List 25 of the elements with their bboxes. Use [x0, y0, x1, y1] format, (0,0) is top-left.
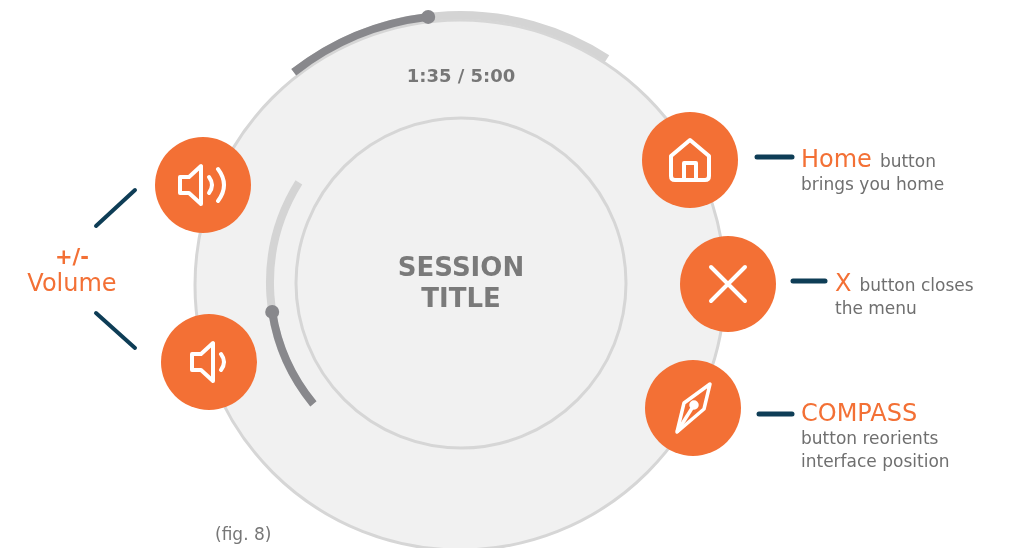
leader-line [756, 411, 795, 417]
leader-line [790, 278, 828, 284]
leader-line [94, 188, 137, 228]
session-title: SESSION TITLE [396, 252, 526, 314]
volume-label: Volume [27, 269, 117, 297]
leader-line [94, 311, 137, 350]
compass-icon [672, 381, 714, 435]
callout-text: interface position [801, 450, 950, 473]
home-icon [667, 137, 713, 183]
callout-text: button [879, 150, 936, 173]
volume-label: +/- [55, 245, 89, 269]
callout-heading: X [835, 269, 852, 297]
callout-text: button closes [859, 274, 974, 297]
speaker-icon [189, 340, 229, 384]
callout-text: the menu [835, 297, 917, 320]
figure-caption: (fig. 8) [215, 524, 272, 544]
callout-text: brings you home [801, 173, 945, 196]
callout-heading: COMPASS [801, 399, 918, 427]
close-icon [708, 264, 748, 304]
callout-text: button reorients [801, 427, 939, 450]
elapsed-time: 1:35 / 5:00 [405, 65, 517, 86]
leader-line [754, 154, 795, 160]
callout-heading: Home [801, 145, 872, 173]
speaker-loud-icon [177, 163, 229, 207]
volume-fill[interactable] [265, 304, 317, 407]
